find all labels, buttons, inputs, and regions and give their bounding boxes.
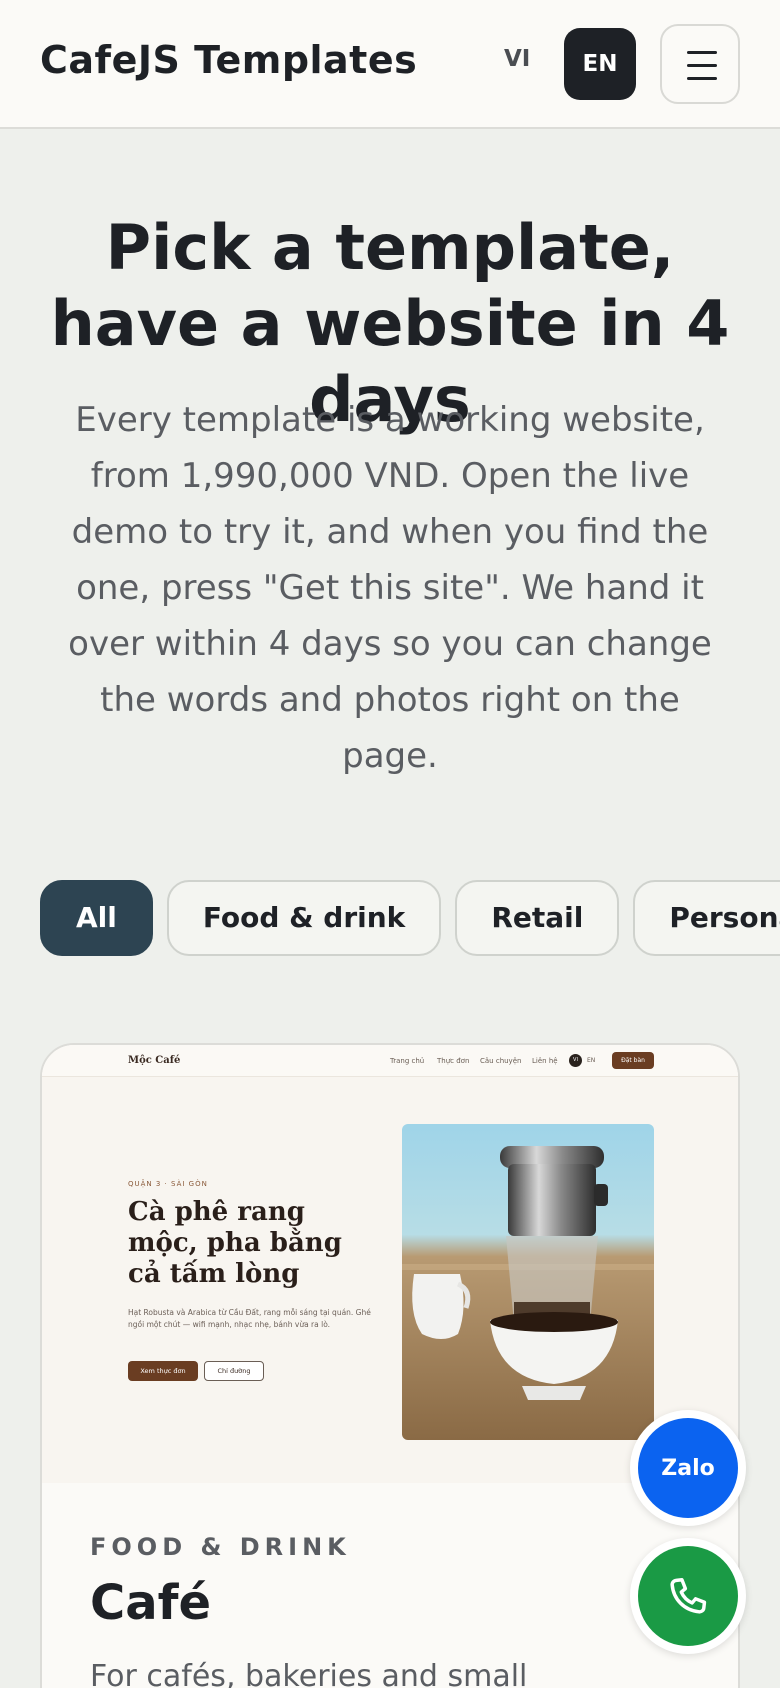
preview-heading: Cà phê rang mộc, pha bằng cả tấm lòng [128, 1197, 342, 1289]
preview-navbar: Mộc Café Trang chủ Thực đơn Câu chuyện L… [42, 1045, 738, 1077]
template-category: FOOD & DRINK [90, 1533, 351, 1561]
phin-coffee-photo [402, 1124, 654, 1440]
top-header: CafeJS Templates VI EN [0, 0, 780, 129]
template-description: For cafés, bakeries and small [90, 1659, 528, 1688]
preview-kicker: QUẬN 3 · SÀI GÒN [128, 1180, 208, 1188]
zalo-chat-button[interactable]: Zalo [638, 1418, 738, 1518]
template-title[interactable]: Café [90, 1575, 211, 1631]
lang-en-button[interactable]: EN [564, 28, 636, 100]
menu-button[interactable] [660, 24, 740, 104]
preview-lang-en: EN [587, 1057, 596, 1064]
preview-nav-link: Thực đơn [437, 1057, 470, 1065]
preview-menu-button: Xem thực đơn [128, 1361, 198, 1381]
filter-chip-all[interactable]: All [40, 880, 153, 956]
preview-nav-link: Câu chuyện [480, 1057, 522, 1065]
hero-description: Every template is a working website, fro… [68, 400, 712, 776]
preview-logo: Mộc Café [128, 1055, 181, 1066]
filter-chip-retail[interactable]: Retail [455, 880, 620, 956]
category-filter-bar: AllFood & drinkRetailPersonal & p [40, 880, 780, 956]
preview-nav-link: Liên hệ [532, 1057, 558, 1065]
phone-fab-container [630, 1538, 746, 1654]
phone-call-button[interactable] [638, 1546, 738, 1646]
lang-vi-button[interactable]: VI [504, 46, 530, 72]
zalo-fab-container: Zalo [630, 1410, 746, 1526]
preview-nav-link: Trang chủ [390, 1057, 425, 1065]
preview-book-button: Đặt bàn [612, 1052, 654, 1069]
preview-lang-vi: VI [569, 1054, 582, 1067]
phone-icon [638, 1570, 738, 1622]
filter-chip-food-drink[interactable]: Food & drink [166, 880, 442, 956]
filter-chip-personal[interactable]: Personal & p [633, 880, 780, 956]
preview-body-text: Hạt Robusta và Arabica từ Cầu Đất, rang … [128, 1308, 371, 1329]
preview-directions-button: Chỉ đường [204, 1361, 264, 1381]
brand-logo[interactable]: CafeJS Templates [40, 38, 417, 82]
template-preview[interactable]: Mộc Café Trang chủ Thực đơn Câu chuyện L… [42, 1045, 738, 1483]
